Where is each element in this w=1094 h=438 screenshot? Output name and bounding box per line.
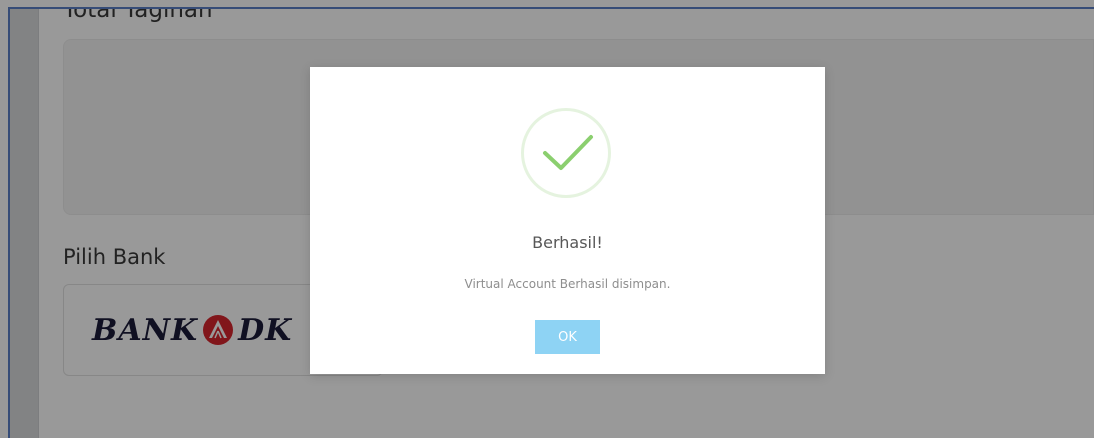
success-dialog: Berhasil! Virtual Account Berhasil disim… xyxy=(310,67,825,374)
dialog-message: Virtual Account Berhasil disimpan. xyxy=(464,277,671,291)
success-check-circle xyxy=(521,108,611,198)
dialog-title: Berhasil! xyxy=(532,233,603,252)
ok-button[interactable]: OK xyxy=(535,320,600,354)
check-icon xyxy=(543,135,593,170)
